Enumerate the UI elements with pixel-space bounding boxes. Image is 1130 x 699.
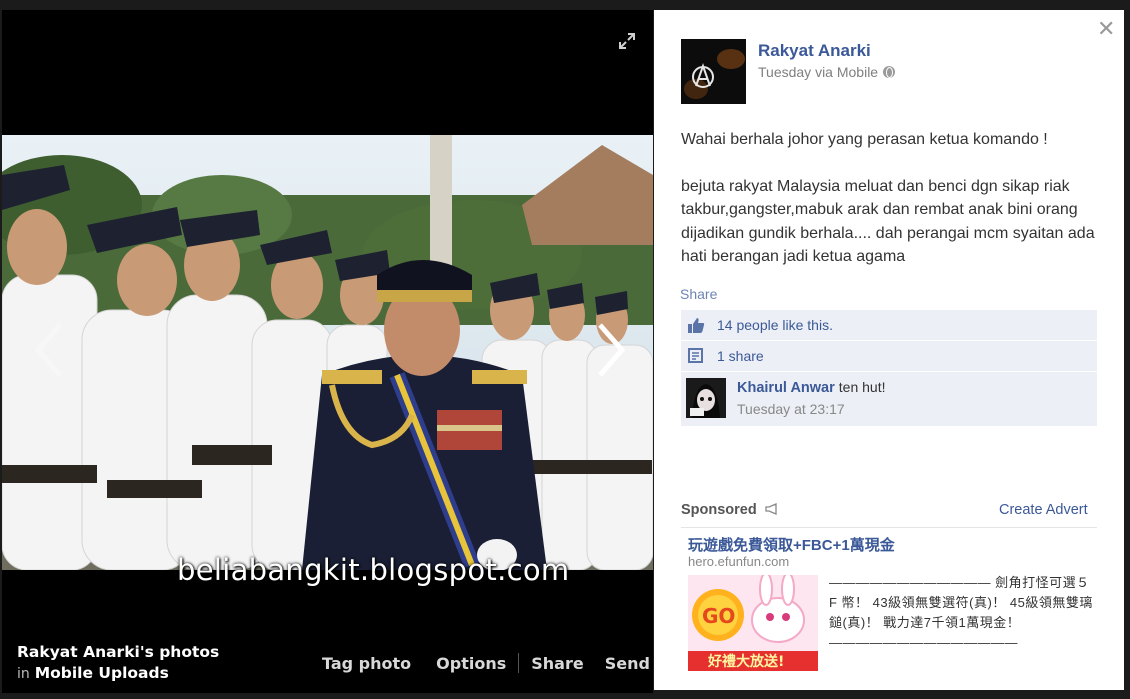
comment-time[interactable]: Tuesday at 23:17 — [737, 401, 845, 417]
likes-row: 14 people like this. — [681, 310, 1097, 340]
ad-image[interactable]: GO 好禮大放送! — [688, 575, 818, 671]
ad-title-link[interactable]: 玩遊戲免費領取+FBC+1萬現金 — [688, 534, 895, 555]
ad-image-banner-text: 好禮大放送! — [707, 653, 784, 670]
post-text: Wahai berhala johor yang perasan ketua k… — [681, 128, 1101, 292]
commenter-name-link[interactable]: Khairul Anwar — [737, 380, 835, 396]
ad-image-go-text: GO — [702, 604, 735, 628]
album-owner-link[interactable]: Rakyat Anarki's photos — [17, 642, 219, 663]
sponsored-text: Sponsored — [681, 502, 757, 518]
thumbs-up-icon — [688, 318, 705, 333]
comment: Khairul Anwar ten hut! Tuesday at 23:17 — [681, 372, 1097, 426]
likes-count-link[interactable]: 14 people like this. — [717, 317, 833, 333]
chevron-right-icon[interactable] — [590, 320, 630, 380]
megaphone-icon — [765, 503, 777, 515]
close-icon[interactable]: ✕ — [1097, 18, 1115, 40]
share-link[interactable]: Share — [680, 286, 717, 302]
ad-url: hero.efunfun.com — [688, 554, 790, 569]
comment-text: ten hut! — [838, 379, 886, 395]
divider — [681, 527, 1097, 528]
tag-photo-button[interactable]: Tag photo — [322, 654, 411, 673]
globe-icon — [883, 66, 896, 78]
post-time[interactable]: Tuesday via Mobile — [758, 64, 878, 80]
page-name-link[interactable]: Rakyat Anarki — [758, 41, 871, 61]
post-paragraph: Wahai berhala johor yang perasan ketua k… — [681, 131, 1048, 148]
photo-actions: Tag photo Options Share Send — [322, 653, 650, 673]
divider — [518, 653, 520, 673]
album-name-link[interactable]: Mobile Uploads — [35, 664, 169, 682]
shares-count-link[interactable]: 1 share — [717, 348, 764, 364]
post-meta: Tuesday via Mobile — [758, 64, 896, 80]
send-button[interactable]: Send — [605, 654, 650, 673]
chevron-left-icon[interactable] — [30, 320, 70, 380]
photo[interactable] — [2, 135, 653, 570]
create-advert-link[interactable]: Create Advert — [999, 502, 1088, 518]
commenter-avatar[interactable] — [686, 378, 726, 418]
sponsored-label: Sponsored — [681, 502, 779, 518]
share-icon — [688, 348, 703, 363]
avatar[interactable] — [681, 39, 746, 104]
expand-icon[interactable] — [618, 32, 636, 50]
watermark-text: beliabangkit.blogspot.com — [177, 553, 570, 587]
shares-row: 1 share — [681, 341, 1097, 371]
share-button[interactable]: Share — [531, 654, 583, 673]
photo-viewer: beliabangkit.blogspot.com Rakyat Anarki'… — [2, 10, 653, 693]
options-button[interactable]: Options — [436, 654, 506, 673]
post-paragraph: bejuta rakyat Malaysia meluat dan benci … — [681, 177, 1095, 266]
photo-side-panel: ✕ Rakyat Anarki Tuesday via Mobile Wahai… — [654, 10, 1124, 690]
album-info: Rakyat Anarki's photos in Mobile Uploads — [17, 642, 219, 685]
ad-body: ———————————— 劍角打怪可選５F 幣！ 43級領無雙選符(真)！ 45… — [829, 575, 1093, 650]
album-in-label: in — [17, 666, 30, 682]
